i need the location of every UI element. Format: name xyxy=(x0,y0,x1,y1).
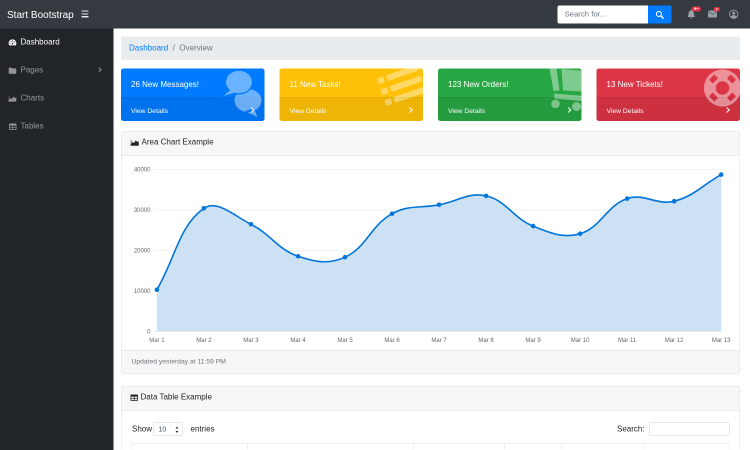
svg-text:Mar 8: Mar 8 xyxy=(478,338,494,344)
svg-text:Mar 13: Mar 13 xyxy=(712,338,731,344)
svg-text:Mar 5: Mar 5 xyxy=(337,338,353,344)
svg-text:10000: 10000 xyxy=(134,289,151,295)
svg-text:0: 0 xyxy=(147,330,151,336)
svg-text:Mar 2: Mar 2 xyxy=(196,338,212,344)
svg-text:Mar 9: Mar 9 xyxy=(525,338,541,344)
svg-text:Mar 12: Mar 12 xyxy=(665,338,684,344)
svg-text:40000: 40000 xyxy=(134,168,151,174)
svg-text:Mar 3: Mar 3 xyxy=(243,338,259,344)
svg-text:Mar 10: Mar 10 xyxy=(571,338,590,344)
svg-text:30000: 30000 xyxy=(134,208,151,214)
svg-text:Mar 1: Mar 1 xyxy=(149,338,165,344)
svg-text:Mar 4: Mar 4 xyxy=(290,338,306,344)
svg-text:Mar 7: Mar 7 xyxy=(431,338,447,344)
svg-text:20000: 20000 xyxy=(134,249,151,255)
svg-text:Mar 6: Mar 6 xyxy=(384,338,400,344)
svg-text:Mar 11: Mar 11 xyxy=(618,338,637,344)
